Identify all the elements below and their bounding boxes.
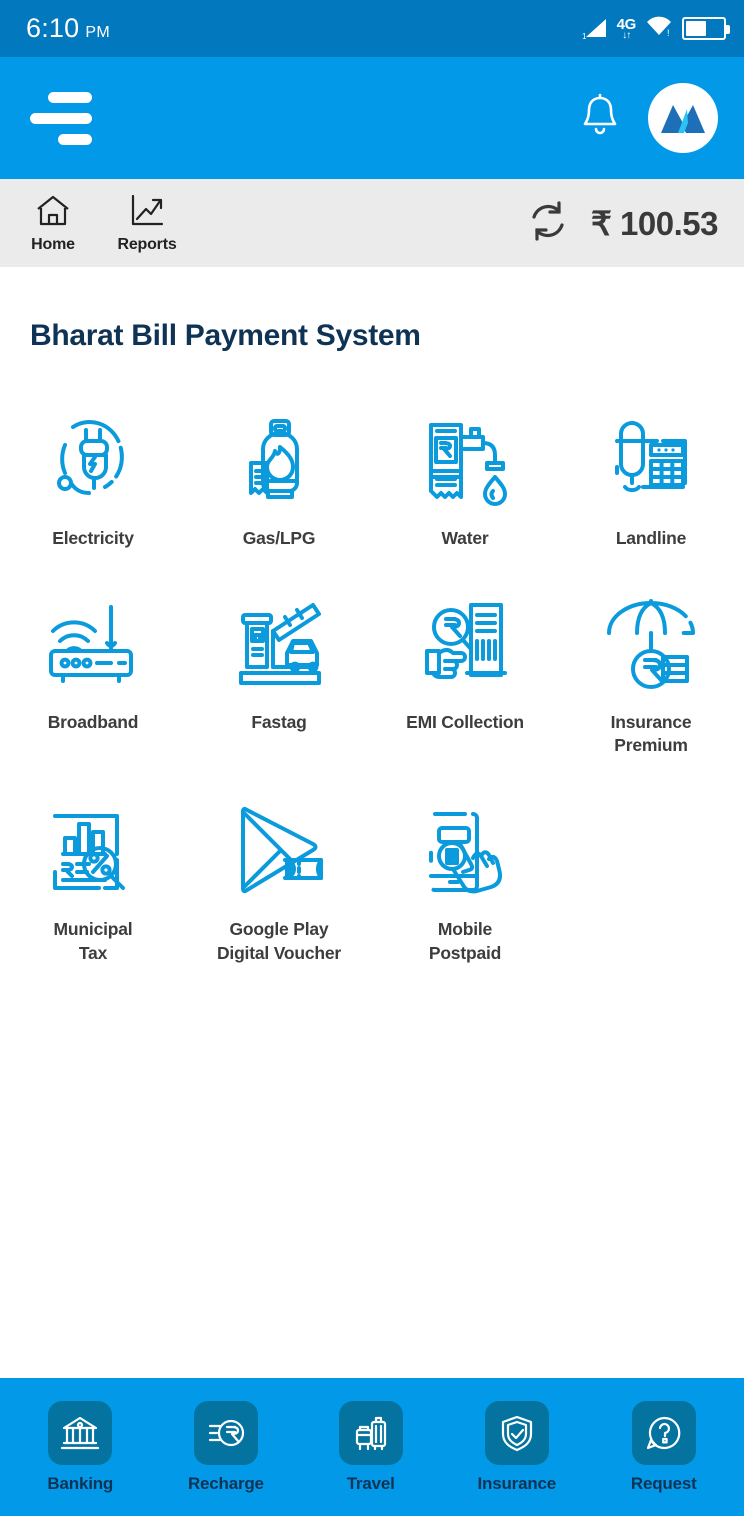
- service-tile-broadband[interactable]: Broadband: [0, 589, 186, 758]
- battery-icon: [682, 17, 730, 40]
- bell-icon[interactable]: [580, 93, 620, 144]
- service-tile-gas-lpg[interactable]: Gas/LPG: [186, 405, 372, 551]
- svg-text:1: 1: [582, 32, 587, 41]
- wallet-balance: ₹ 100.53: [590, 204, 719, 242]
- gas-cylinder-icon: [227, 409, 331, 513]
- service-label: EMI Collection: [406, 711, 524, 732]
- service-label: Municipal Tax: [53, 918, 133, 963]
- network-arrows: ↓↑: [622, 29, 631, 41]
- toll-barrier-icon: [227, 593, 331, 697]
- app-bar-actions: [580, 83, 718, 153]
- sub-nav-items: Home Reports: [22, 193, 178, 254]
- service-tile-landline[interactable]: Landline: [558, 405, 744, 551]
- chart-trend-icon: [128, 193, 166, 234]
- main-content: Bharat Bill Payment System Electricity G…: [0, 267, 744, 966]
- service-tile-insurance-premium[interactable]: Insurance Premium: [558, 589, 744, 758]
- wifi-router-icon: [41, 593, 145, 697]
- bottom-nav-item-insurance[interactable]: Insurance: [477, 1400, 557, 1494]
- status-bar: 6:10 PM 1 4G ↓↑ !: [0, 0, 744, 57]
- svg-text:!: !: [667, 28, 670, 38]
- bottom-nav-item-banking[interactable]: Banking: [47, 1400, 114, 1494]
- service-label: Landline: [615, 528, 687, 548]
- service-label: Water: [441, 528, 489, 548]
- service-tile-water[interactable]: Water: [372, 405, 558, 551]
- bottom-nav-item-travel[interactable]: Travel: [338, 1400, 403, 1494]
- service-label: Mobile Postpaid: [428, 918, 502, 963]
- refresh-icon[interactable]: [527, 200, 569, 247]
- service-tile-municipal-tax[interactable]: Municipal Tax: [0, 796, 186, 965]
- shield-check-icon: [484, 1400, 549, 1465]
- service-tile-emi-collection[interactable]: EMI Collection: [372, 589, 558, 758]
- bottom-nav-item-request[interactable]: Request: [630, 1400, 697, 1494]
- app-bar: [0, 57, 744, 179]
- wifi-icon: !: [645, 14, 673, 43]
- bottom-nav-label: Travel: [346, 1473, 395, 1493]
- sub-nav-item-home-label: Home: [31, 235, 75, 253]
- service-label: Electricity: [52, 528, 134, 548]
- luggage-icon: [338, 1400, 403, 1465]
- service-label: Broadband: [47, 711, 139, 732]
- cellular-signal-icon: 1: [582, 17, 608, 41]
- app-logo-icon[interactable]: [648, 83, 718, 153]
- network-type-icon: 4G ↓↑: [617, 17, 637, 41]
- sub-nav-item-home[interactable]: Home: [22, 193, 84, 254]
- tax-document-icon: [41, 800, 145, 904]
- landline-phone-icon: [599, 409, 703, 513]
- bottom-nav-label: Recharge: [187, 1473, 264, 1493]
- service-label: Gas/LPG: [242, 528, 316, 548]
- bottom-nav-label: Request: [630, 1473, 697, 1493]
- sub-nav-item-reports[interactable]: Reports: [116, 193, 178, 254]
- clock-ampm: PM: [85, 24, 111, 41]
- service-label: Google Play Digital Voucher: [216, 918, 342, 963]
- water-tap-icon: [413, 409, 517, 513]
- home-icon: [34, 193, 72, 234]
- service-grid: Electricity Gas/LPG Water Landline Broad…: [0, 405, 744, 965]
- bottom-nav-bar: Banking Recharge Travel Insurance Reques…: [0, 1378, 744, 1516]
- service-tile-mobile-postpaid[interactable]: Mobile Postpaid: [372, 796, 558, 965]
- umbrella-coins-icon: [599, 593, 703, 697]
- bottom-nav-label: Banking: [47, 1473, 114, 1493]
- bottom-nav-label: Insurance: [477, 1473, 557, 1493]
- bank-icon: [48, 1400, 113, 1465]
- emi-document-icon: [413, 593, 517, 697]
- clock-time: 6:10: [26, 13, 80, 43]
- status-clock: 6:10 PM: [26, 13, 110, 44]
- bottom-nav-item-recharge[interactable]: Recharge: [187, 1400, 264, 1494]
- question-bubble-icon: [631, 1400, 696, 1465]
- service-tile-electricity[interactable]: Electricity: [0, 405, 186, 551]
- electricity-plug-icon: [41, 409, 145, 513]
- sub-nav-item-reports-label: Reports: [117, 235, 177, 253]
- service-tile-google-play-voucher[interactable]: Google Play Digital Voucher: [186, 796, 372, 965]
- sub-nav-balance-area: ₹ 100.53: [527, 200, 719, 247]
- service-tile-fastag[interactable]: Fastag: [186, 589, 372, 758]
- service-label: Insurance Premium: [610, 711, 692, 756]
- rupee-recharge-icon: [193, 1400, 258, 1465]
- hamburger-menu-icon[interactable]: [30, 91, 96, 145]
- service-label: Fastag: [251, 711, 307, 732]
- mobile-postpaid-icon: [413, 800, 517, 904]
- page-title: Bharat Bill Payment System: [30, 319, 421, 352]
- google-play-voucher-icon: [227, 800, 331, 904]
- sub-nav-bar: Home Reports ₹ 100.53: [0, 179, 744, 267]
- status-icons: 1 4G ↓↑ !: [582, 14, 730, 43]
